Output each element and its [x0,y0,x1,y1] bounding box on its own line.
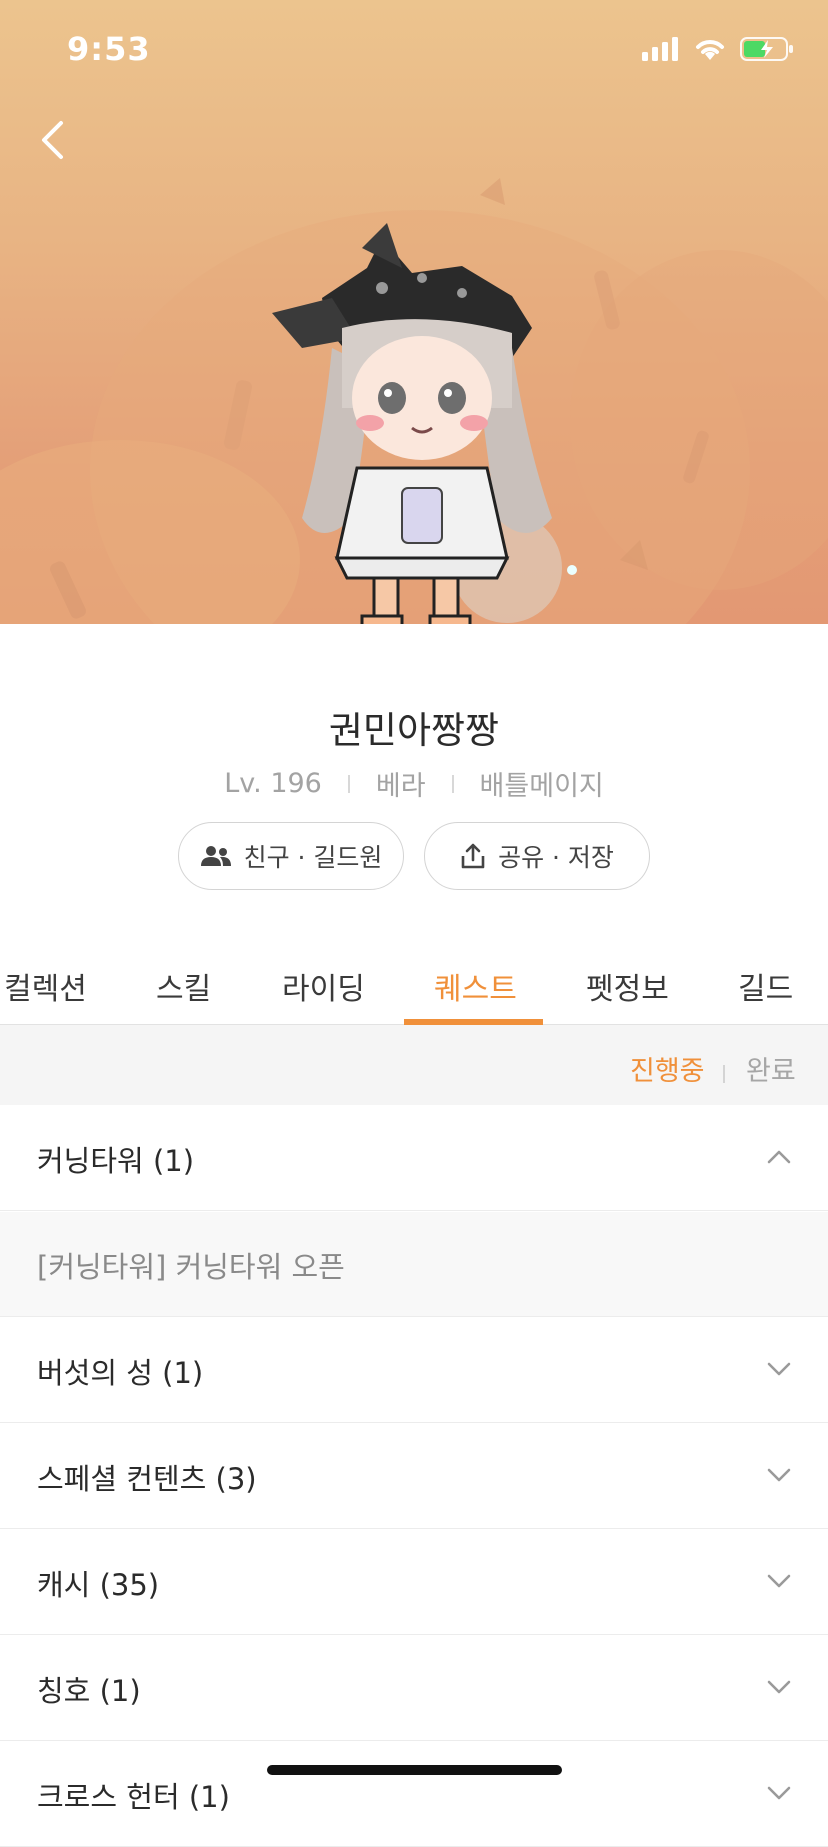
tab-guild[interactable]: 길드 [738,964,793,1008]
chevron-down-icon [767,1574,791,1588]
friend-guild-label: 친구 · 길드원 [243,843,383,872]
quest-group-label: 칭호 (1) [37,1674,141,1708]
quest-group-label: 크로스 헌터 (1) [37,1780,230,1814]
quest-group-label: 스페셜 컨텐츠 (3) [37,1462,257,1496]
quest-group-row[interactable]: 커닝타워 (1) [0,1106,828,1211]
quest-group-row[interactable]: 캐시 (35) [0,1530,828,1635]
quest-group-row[interactable]: 버섯의 성 (1) [0,1318,828,1423]
tab-skill[interactable]: 스킬 [156,964,211,1008]
status-time: 9:53 [67,30,151,68]
character-meta: Lv. 196 베라 배틀메이지 [0,764,828,803]
quest-group-row[interactable]: 크로스 헌터 (1) [0,1742,828,1847]
share-save-button[interactable]: 공유 · 저장 [424,822,650,890]
quest-group-row[interactable]: 스페셜 컨텐츠 (3) [0,1424,828,1529]
character-level: Lv. 196 [224,768,322,799]
quest-item-row[interactable]: [커닝타워] 커닝타워 오픈 [0,1212,828,1317]
filter-done[interactable]: 완료 [746,1049,796,1088]
chevron-down-icon [767,1680,791,1694]
share-save-label: 공유 · 저장 [498,843,614,872]
home-indicator[interactable] [267,1765,562,1775]
friends-icon [200,846,231,866]
quest-status-filter: 진행중 완료 [0,1025,828,1105]
character-avatar [272,223,577,624]
battery-icon [740,37,793,61]
category-tabs: 컬렉션 스킬 라이딩 퀘스트 펫정보 길드 [0,950,828,1025]
chevron-up-icon [767,1150,791,1164]
quest-group-label: 커닝타워 (1) [37,1144,195,1178]
signal-icon [642,37,678,61]
quest-group-row[interactable]: 칭호 (1) [0,1636,828,1741]
status-icons [642,34,794,64]
divider [451,774,454,793]
character-job: 배틀메이지 [479,771,604,802]
profile-actions: 친구 · 길드원 공유 · 저장 [0,822,828,890]
character-world: 베라 [375,771,426,802]
quest-group-label: 캐시 (35) [37,1568,160,1602]
filter-in-progress[interactable]: 진행중 [630,1049,705,1088]
quest-item-label: [커닝타워] 커닝타워 오픈 [37,1250,345,1284]
tab-quest[interactable]: 퀘스트 [434,964,517,1008]
character-banner: 9:53 [0,0,828,624]
chevron-down-icon [767,1468,791,1482]
character-name: 권민아짱짱 [328,709,500,752]
friend-guild-button[interactable]: 친구 · 길드원 [178,822,404,890]
quest-group-label: 버섯의 성 (1) [37,1356,204,1390]
tab-pet-info[interactable]: 펫정보 [586,964,669,1008]
wifi-icon [696,40,724,60]
divider [723,1065,725,1083]
tab-riding[interactable]: 라이딩 [282,964,365,1008]
chevron-down-icon [767,1786,791,1800]
chevron-down-icon [767,1362,791,1376]
back-button[interactable] [22,112,82,168]
tab-collection[interactable]: 컬렉션 [4,964,87,1008]
share-icon [461,843,485,869]
back-icon [42,121,63,159]
divider [347,774,350,793]
